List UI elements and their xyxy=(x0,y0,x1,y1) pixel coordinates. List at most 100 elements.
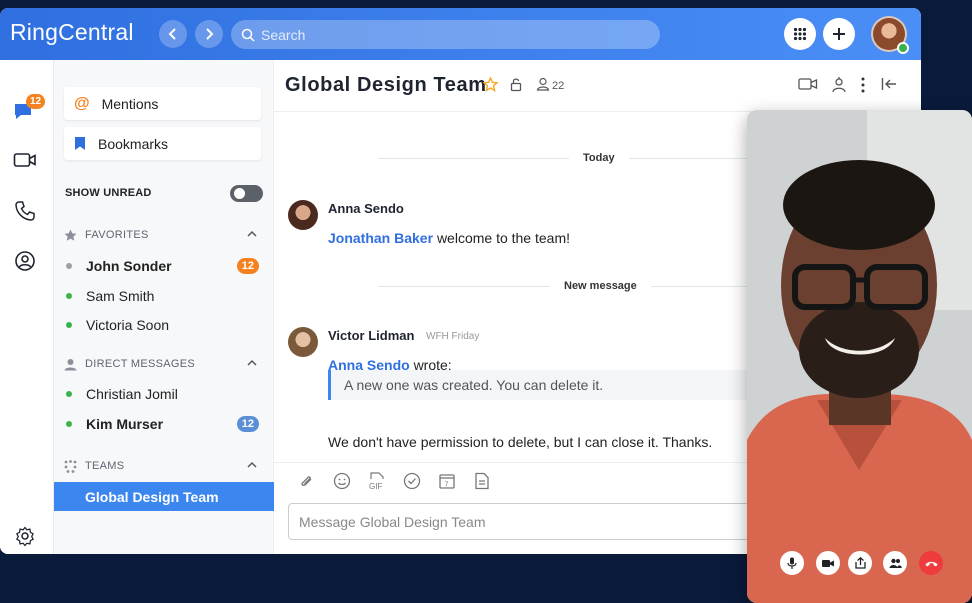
conversation-sidebar: @ Mentions Bookmarks SHOW UNREAD FAVORIT… xyxy=(54,60,274,554)
mention-link[interactable]: Jonathan Baker xyxy=(328,230,433,246)
start-video-button[interactable] xyxy=(798,77,818,91)
avatar[interactable] xyxy=(288,200,318,230)
favorite-sam-smith[interactable]: Sam Smith xyxy=(64,284,261,308)
favorite-john-sonder[interactable]: John Sonder 12 xyxy=(64,254,261,278)
date-divider-label: Today xyxy=(569,152,629,164)
members-button[interactable] xyxy=(536,77,550,91)
back-button[interactable] xyxy=(159,20,187,48)
collapse-panel-button[interactable] xyxy=(881,77,897,91)
person-icon xyxy=(64,358,77,370)
participants-button[interactable] xyxy=(883,551,907,575)
contact-name: Kim Murser xyxy=(86,416,164,432)
new-action-button[interactable] xyxy=(823,18,855,50)
video-call-tile[interactable] xyxy=(747,110,972,603)
message-input[interactable] xyxy=(299,513,739,530)
favorite-button[interactable] xyxy=(483,77,498,92)
message-text: welcome to the team! xyxy=(436,230,570,246)
message-body: We don't have permission to delete, but … xyxy=(328,434,713,450)
direct-messages-section-header[interactable]: DIRECT MESSAGES xyxy=(64,354,261,374)
hang-up-icon xyxy=(925,561,937,566)
rail-video[interactable] xyxy=(12,147,38,173)
video-camera-icon xyxy=(13,153,36,167)
event-button[interactable]: 7 xyxy=(437,471,457,491)
more-vertical-icon xyxy=(861,77,865,93)
emoji-button[interactable] xyxy=(332,471,352,491)
gif-button[interactable]: GIF xyxy=(367,471,387,491)
mentions-label: Mentions xyxy=(101,95,159,112)
video-camera-icon xyxy=(822,559,834,567)
dm-kim-murser[interactable]: Kim Murser 12 xyxy=(64,412,261,436)
note-icon xyxy=(475,472,489,489)
quoted-message: A new one was created. You can delete it… xyxy=(328,370,748,400)
dm-christian-jomil[interactable]: Christian Jomil xyxy=(64,382,261,406)
calendar-icon: 7 xyxy=(439,473,455,489)
chevron-left-icon xyxy=(168,28,176,40)
add-person-icon xyxy=(832,77,846,93)
lock-icon xyxy=(510,78,522,92)
bookmarks-label: Bookmarks xyxy=(98,135,169,152)
favorite-victoria-soon[interactable]: Victoria Soon xyxy=(64,313,261,337)
participant-video-image xyxy=(747,110,972,603)
new-message-divider-label: New message xyxy=(550,280,651,292)
participants-icon xyxy=(889,558,902,568)
star-icon xyxy=(64,229,77,241)
mute-button[interactable] xyxy=(780,551,804,575)
plus-icon xyxy=(833,28,845,40)
note-button[interactable] xyxy=(472,471,492,491)
show-unread-toggle[interactable] xyxy=(230,185,263,202)
message-composer[interactable] xyxy=(288,503,758,540)
contact-name: Sam Smith xyxy=(86,288,155,304)
chevron-right-icon xyxy=(206,28,214,40)
camera-toggle-button[interactable] xyxy=(816,551,840,575)
at-sign-icon: @ xyxy=(74,94,90,112)
message-body: Jonathan Baker welcome to the team! xyxy=(328,230,570,246)
more-options-button[interactable] xyxy=(861,77,865,93)
conversation-title: Global Design Team xyxy=(285,74,487,96)
share-screen-button[interactable] xyxy=(848,551,872,575)
bookmark-icon xyxy=(75,137,85,150)
presence-dot xyxy=(66,391,72,397)
teams-section-header[interactable]: TEAMS xyxy=(64,456,261,476)
bookmarks-item[interactable]: Bookmarks xyxy=(64,127,261,160)
rail-phone[interactable] xyxy=(12,198,38,224)
message-author[interactable]: Victor Lidman xyxy=(328,328,414,343)
mentions-item[interactable]: @ Mentions xyxy=(64,87,261,120)
status-message: WFH Friday xyxy=(426,331,480,342)
dialpad-button[interactable] xyxy=(784,18,816,50)
task-button[interactable] xyxy=(402,471,422,491)
share-icon xyxy=(854,557,866,569)
members-icon xyxy=(536,77,550,91)
favorites-section-header[interactable]: FAVORITES xyxy=(64,225,261,245)
brand-logo: RingCentral xyxy=(10,19,134,45)
star-outline-icon xyxy=(483,77,498,92)
add-member-button[interactable] xyxy=(830,77,848,93)
contact-name: John Sonder xyxy=(86,258,172,274)
attach-button[interactable] xyxy=(297,471,317,491)
privacy-button[interactable] xyxy=(510,77,522,92)
messages-badge: 12 xyxy=(26,94,46,109)
forward-button[interactable] xyxy=(195,20,223,48)
contact-name: Christian Jomil xyxy=(86,386,178,402)
rail-contacts[interactable] xyxy=(12,248,38,274)
message-author[interactable]: Anna Sendo xyxy=(328,201,404,216)
microphone-icon xyxy=(787,557,797,569)
show-unread-label: SHOW UNREAD xyxy=(65,187,152,199)
gif-icon: GIF xyxy=(369,471,384,491)
check-circle-icon xyxy=(403,472,421,489)
search-input[interactable] xyxy=(261,26,641,43)
presence-indicator xyxy=(897,42,909,54)
collapse-left-icon xyxy=(881,78,896,90)
avatar[interactable] xyxy=(288,327,318,357)
team-global-design-team[interactable]: Global Design Team xyxy=(54,482,274,511)
rail-settings[interactable] xyxy=(12,523,38,549)
dialpad-icon xyxy=(793,27,807,41)
chat-header: Global Design Team 22 xyxy=(274,60,921,112)
end-call-button[interactable] xyxy=(919,551,943,575)
paperclip-icon xyxy=(301,475,312,486)
search-box[interactable] xyxy=(231,20,660,49)
unread-count-badge: 12 xyxy=(236,258,259,274)
teams-label: TEAMS xyxy=(85,460,125,472)
direct-messages-label: DIRECT MESSAGES xyxy=(85,358,196,370)
presence-dot xyxy=(66,322,72,328)
top-bar: RingCentral xyxy=(0,8,921,60)
